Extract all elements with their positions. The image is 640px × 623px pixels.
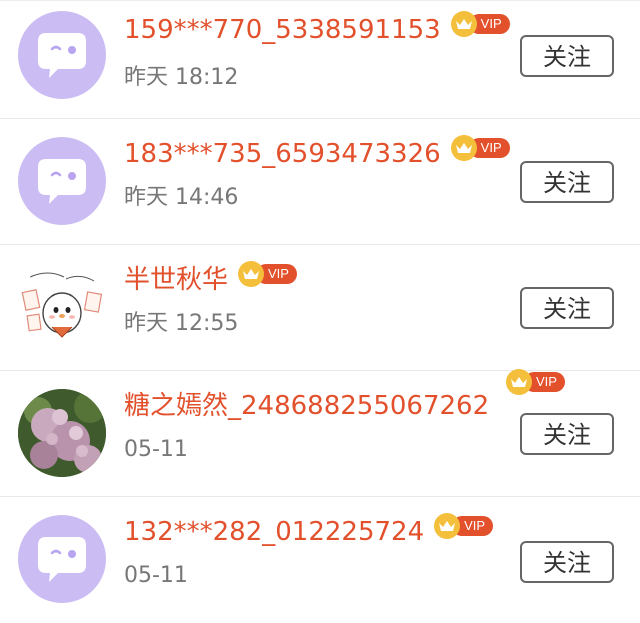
user-name-line: 183***735_6593473326 VIP	[124, 135, 510, 171]
avatar[interactable]	[18, 137, 106, 225]
avatar[interactable]	[18, 11, 106, 99]
follow-button[interactable]: 关注	[520, 413, 614, 455]
avatar[interactable]	[18, 263, 106, 351]
flower-photo-icon	[18, 389, 106, 477]
user-name-line: 糖之嫣然_248688255067262 VIP	[124, 369, 565, 423]
chat-bubble-icon	[38, 537, 86, 582]
list-item[interactable]: 159***770_5338591153 VIP 昨天 18:12 关注	[0, 1, 640, 119]
crown-icon	[506, 369, 532, 395]
user-name[interactable]: 183***735_6593473326	[124, 137, 441, 171]
chat-bubble-icon	[38, 33, 86, 78]
list-item[interactable]: 183***735_6593473326 VIP 昨天 14:46 关注	[0, 119, 640, 245]
user-name-line: 半世秋华 VIP	[124, 261, 297, 297]
user-name[interactable]: 159***770_5338591153	[124, 13, 441, 47]
vip-badge: VIP	[450, 135, 510, 161]
list-item[interactable]: 半世秋华 VIP 昨天 12:55 关注	[0, 245, 640, 371]
last-active-time: 昨天 12:55	[124, 311, 239, 336]
vip-badge: VIP	[434, 513, 494, 539]
follow-button[interactable]: 关注	[520, 287, 614, 329]
vip-badge: VIP	[238, 261, 297, 287]
last-active-time: 05-11	[124, 563, 188, 588]
crown-icon	[450, 135, 477, 161]
cartoon-character-icon	[21, 272, 103, 338]
chat-bubble-icon	[38, 159, 86, 204]
list-item[interactable]: 132***282_012225724 VIP 05-11 关注	[0, 497, 640, 623]
user-name-line: 132***282_012225724 VIP	[124, 513, 494, 549]
crown-icon	[434, 513, 461, 539]
follow-button[interactable]: 关注	[520, 161, 614, 203]
list-item[interactable]: 糖之嫣然_248688255067262 VIP 05-11 关注	[0, 369, 640, 497]
vip-badge: VIP	[506, 369, 565, 395]
last-active-time: 昨天 18:12	[124, 65, 239, 90]
vip-badge: VIP	[450, 11, 510, 37]
user-name[interactable]: 半世秋华	[124, 263, 228, 297]
crown-icon	[450, 11, 477, 37]
avatar[interactable]	[18, 515, 106, 603]
follow-button[interactable]: 关注	[520, 541, 614, 583]
last-active-time: 05-11	[124, 437, 188, 462]
last-active-time: 昨天 14:46	[124, 185, 239, 210]
follower-list: 159***770_5338591153 VIP 昨天 18:12 关注 183…	[0, 0, 640, 622]
crown-icon	[238, 261, 265, 287]
user-name[interactable]: 糖之嫣然_248688255067262	[124, 389, 489, 423]
avatar[interactable]	[18, 389, 106, 477]
user-name[interactable]: 132***282_012225724	[124, 515, 424, 549]
follow-button[interactable]: 关注	[520, 35, 614, 77]
user-name-line: 159***770_5338591153 VIP	[124, 11, 510, 47]
